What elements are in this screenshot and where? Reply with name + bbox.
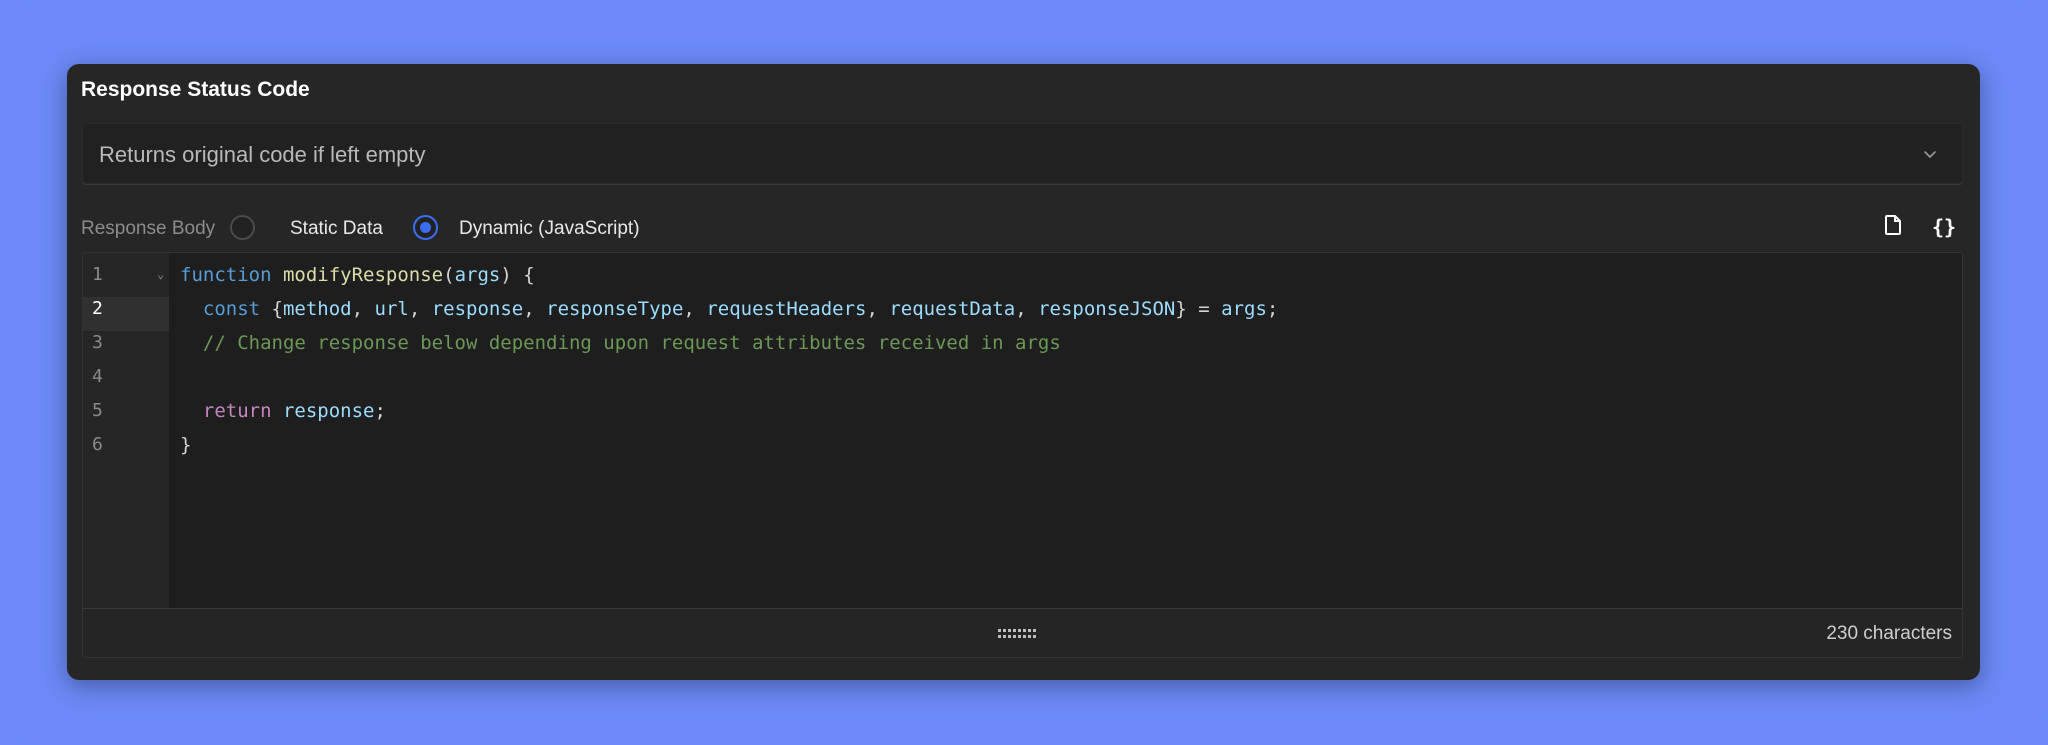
response-body-label: Response Body <box>81 218 216 239</box>
static-data-radio[interactable] <box>230 215 255 240</box>
code-token: url <box>374 298 409 320</box>
line-number: 6 <box>92 434 103 455</box>
code-token: requestData <box>889 298 1016 320</box>
code-token: return <box>202 400 272 422</box>
code-token: ( <box>443 264 455 286</box>
static-data-label[interactable]: Static Data <box>290 218 383 240</box>
code-token: } <box>180 434 192 456</box>
line-number: 1 <box>92 264 103 285</box>
character-count: 230 characters <box>1826 623 1952 644</box>
resize-handle-icon[interactable] <box>998 627 1048 639</box>
status-code-select[interactable]: Returns original code if left empty <box>82 123 1963 184</box>
code-token: , <box>683 298 707 320</box>
code-token: modifyResponse <box>282 264 444 286</box>
copy-button[interactable] <box>1878 212 1908 242</box>
status-code-title: Response Status Code <box>81 78 310 101</box>
code-token: ) { <box>500 264 535 286</box>
response-config-card: Response Status Code Returns original co… <box>67 64 1980 680</box>
code-token: responseType <box>546 298 684 320</box>
line-number: 4 <box>92 366 103 387</box>
code-token: ; <box>1266 298 1279 320</box>
code-token: responseJSON <box>1038 298 1176 320</box>
dynamic-javascript-label[interactable]: Dynamic (JavaScript) <box>459 218 640 240</box>
line-number: 5 <box>92 400 103 421</box>
code-token: , <box>351 298 375 320</box>
editor-footer: 230 characters <box>83 608 1962 657</box>
code-token: , <box>1015 298 1039 320</box>
code-line[interactable]: const {method, url, response, responseTy… <box>180 298 1278 320</box>
code-token: function <box>180 264 272 286</box>
code-token: { <box>260 298 283 320</box>
line-number: 3 <box>92 332 103 353</box>
dynamic-javascript-radio[interactable] <box>413 215 438 240</box>
code-token: requestHeaders <box>706 298 867 320</box>
chevron-down-icon <box>1922 146 1938 162</box>
code-token: method <box>282 298 352 320</box>
code-editor[interactable]: ⌄ 123456 function modifyResponse(args) {… <box>82 252 1963 658</box>
copy-icon <box>1883 214 1903 241</box>
code-token: // Change response below depending upon … <box>202 332 1061 354</box>
response-body-row: Response Body Static Data Dynamic (JavaS… <box>81 212 1966 244</box>
code-token: args <box>1221 298 1267 320</box>
format-code-button[interactable]: {} <box>1929 212 1959 242</box>
line-gutter: ⌄ 1 2 3 4 5 6 <box>83 253 169 608</box>
code-token: response <box>431 298 524 320</box>
code-token: ; <box>374 400 386 422</box>
code-line[interactable]: } <box>180 434 191 456</box>
code-token: , <box>523 298 547 320</box>
code-token: const <box>202 298 261 320</box>
code-line[interactable]: function modifyResponse(args) { <box>180 264 535 286</box>
code-line[interactable]: return response; <box>180 400 386 422</box>
code-token: , <box>408 298 432 320</box>
code-line[interactable]: // Change response below depending upon … <box>180 332 1061 354</box>
code-token: , <box>866 298 890 320</box>
fold-chevron-icon[interactable]: ⌄ <box>157 267 164 281</box>
code-token: } = <box>1175 298 1222 320</box>
status-code-placeholder: Returns original code if left empty <box>99 142 426 167</box>
code-token: response <box>282 400 375 422</box>
code-token: args <box>454 264 501 286</box>
page-background: Response Status Code Returns original co… <box>0 0 2048 745</box>
line-number: 2 <box>92 298 103 319</box>
